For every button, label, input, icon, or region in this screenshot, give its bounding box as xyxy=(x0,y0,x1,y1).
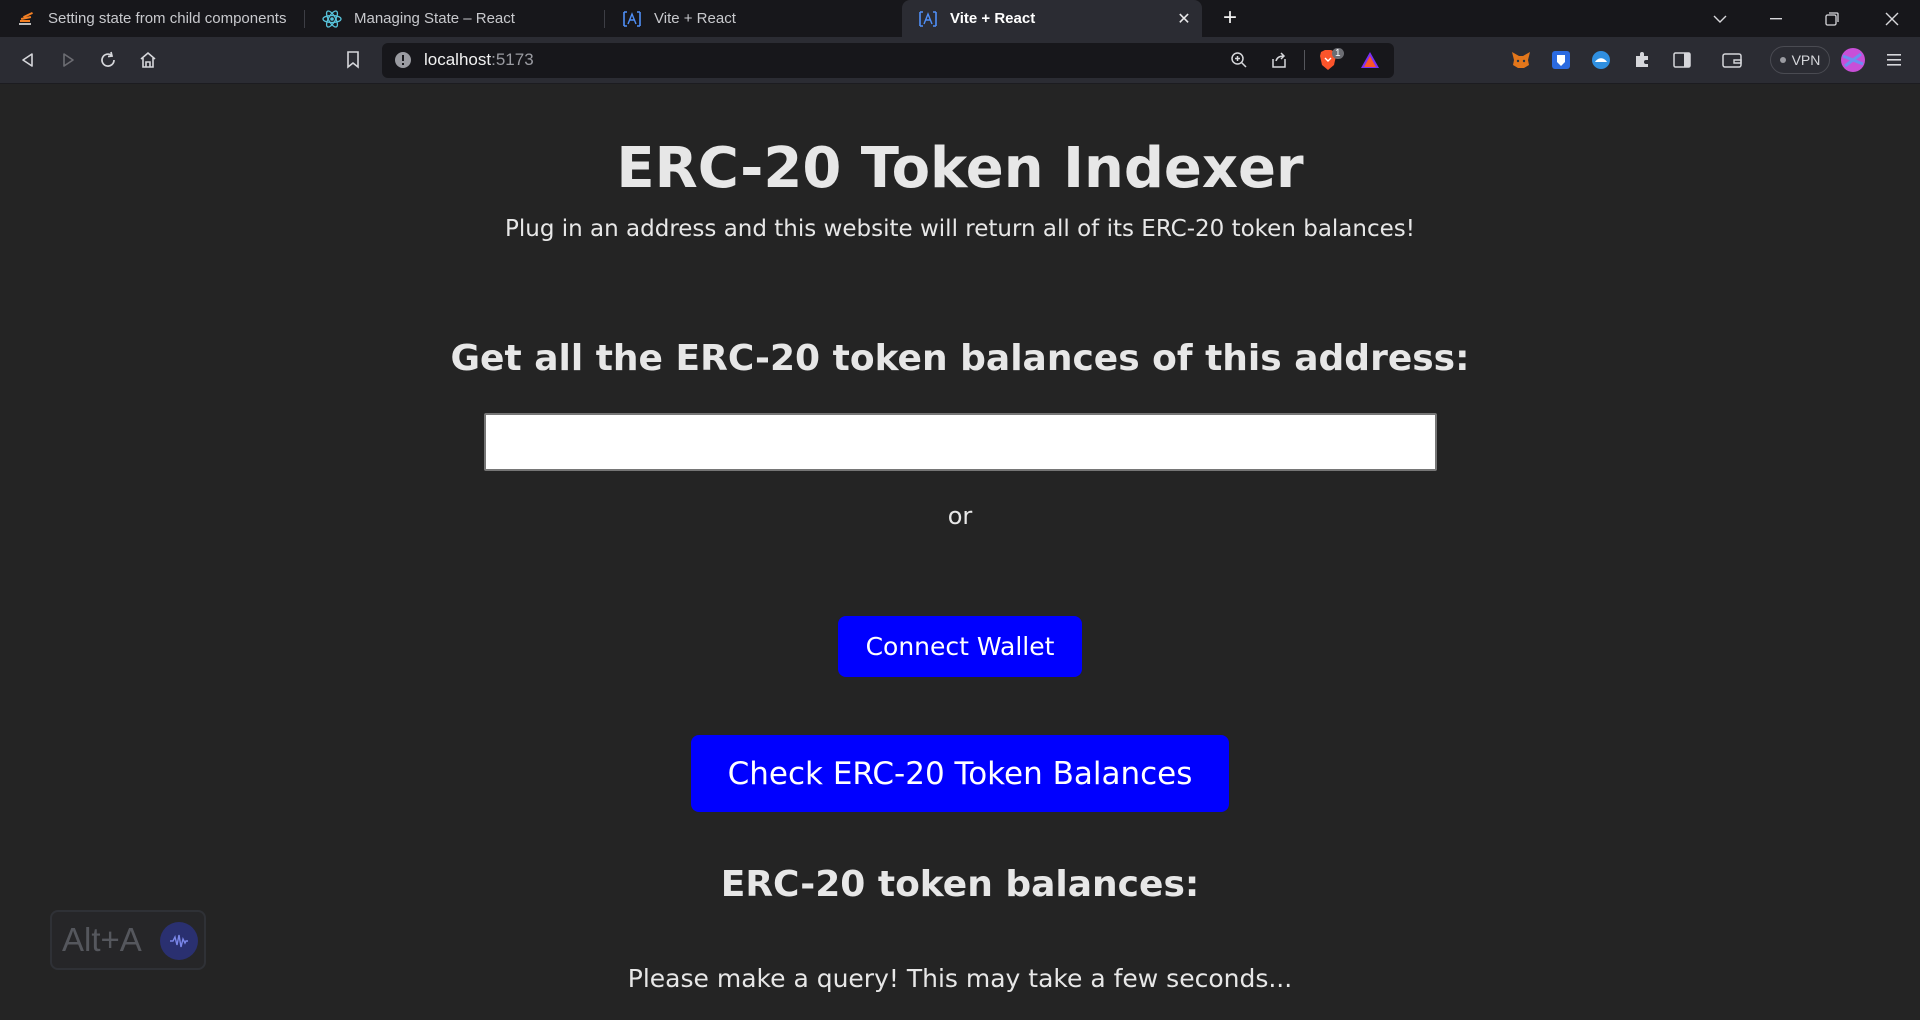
brave-shields-icon[interactable]: 1 xyxy=(1312,44,1344,76)
vite-icon xyxy=(918,9,938,29)
back-icon[interactable] xyxy=(12,44,44,76)
tab-managing-state[interactable]: Managing State – React xyxy=(306,0,606,37)
tab-divider xyxy=(604,10,605,28)
tab-divider xyxy=(304,10,305,28)
tab-vite-react-active[interactable]: Vite + React ✕ xyxy=(902,0,1202,37)
zoom-icon[interactable] xyxy=(1223,44,1255,76)
extension-circle-icon[interactable] xyxy=(1585,44,1617,76)
close-window-icon[interactable] xyxy=(1864,0,1920,37)
stackoverflow-icon xyxy=(16,9,36,29)
new-tab-button[interactable]: + xyxy=(1216,4,1244,32)
tab-title: Managing State – React xyxy=(354,10,515,27)
address-input[interactable] xyxy=(484,413,1437,471)
connect-wallet-button[interactable]: Connect Wallet xyxy=(838,616,1082,677)
wallet-icon[interactable] xyxy=(1716,44,1748,76)
or-separator: or xyxy=(947,502,973,530)
page-subtitle: Plug in an address and this website will… xyxy=(505,216,1415,242)
extensions-puzzle-icon[interactable] xyxy=(1626,44,1658,76)
status-message: Please make a query! This may take a few… xyxy=(627,964,1293,993)
profile-avatar[interactable] xyxy=(1837,44,1869,76)
divider xyxy=(1304,50,1305,70)
shields-count-badge: 1 xyxy=(1332,48,1344,59)
home-icon[interactable] xyxy=(132,44,164,76)
forward-icon[interactable] xyxy=(52,44,84,76)
url-text[interactable]: localhost:5173 xyxy=(424,50,534,70)
react-icon xyxy=(322,9,342,29)
tab-strip: Setting state from child components Mana… xyxy=(0,0,1920,37)
shortcut-overlay[interactable]: Alt+A xyxy=(50,910,206,970)
address-prompt-heading: Get all the ERC-20 token balances of thi… xyxy=(450,338,1470,379)
page-title: ERC-20 Token Indexer xyxy=(616,136,1304,201)
metamask-icon[interactable] xyxy=(1505,44,1537,76)
reload-icon[interactable] xyxy=(92,44,124,76)
close-tab-icon[interactable]: ✕ xyxy=(1174,9,1194,29)
tab-title: Vite + React xyxy=(654,10,736,27)
tab-search-icon[interactable] xyxy=(1692,0,1748,37)
tab-setting-state[interactable]: Setting state from child components xyxy=(0,0,300,37)
menu-icon[interactable] xyxy=(1878,44,1910,76)
vpn-status-dot xyxy=(1779,57,1786,63)
share-icon[interactable] xyxy=(1263,44,1295,76)
extension-shield-icon[interactable] xyxy=(1545,44,1577,76)
tab-title: Setting state from child components xyxy=(48,10,287,27)
shortcut-label: Alt+A xyxy=(62,921,142,958)
tab-title: Vite + React xyxy=(950,10,1036,27)
restore-icon[interactable] xyxy=(1804,0,1860,37)
vite-icon xyxy=(622,9,642,29)
vpn-button[interactable]: VPN xyxy=(1770,46,1830,74)
url-port: :5173 xyxy=(491,50,534,69)
site-info-icon[interactable] xyxy=(387,44,419,76)
bookmark-icon[interactable] xyxy=(337,44,369,76)
waveform-icon xyxy=(160,922,198,960)
url-host: localhost xyxy=(424,50,492,69)
sidebar-icon[interactable] xyxy=(1666,44,1698,76)
brave-rewards-icon[interactable] xyxy=(1354,44,1386,76)
page-content: ERC-20 Token Indexer Plug in an address … xyxy=(0,84,1920,1020)
balances-heading: ERC-20 token balances: xyxy=(720,864,1200,905)
check-balances-button[interactable]: Check ERC-20 Token Balances xyxy=(691,735,1229,812)
vpn-label: VPN xyxy=(1791,52,1821,68)
tab-vite-react-1[interactable]: Vite + React xyxy=(606,0,902,37)
minimize-icon[interactable] xyxy=(1748,0,1804,37)
